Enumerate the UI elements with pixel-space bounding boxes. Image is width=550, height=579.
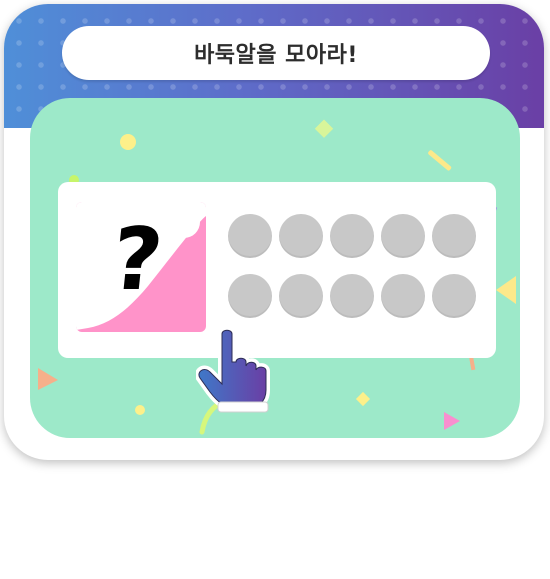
game-title: 바둑알을 모아라! [194, 43, 358, 68]
stone-grid [228, 214, 482, 324]
stone-board: ? [58, 182, 496, 358]
stone-slot[interactable] [279, 214, 323, 258]
confetti-yellow-bar [428, 150, 452, 171]
stone-slot[interactable] [279, 274, 323, 318]
confetti-yellow-dot [120, 134, 136, 150]
pointing-hand-icon [196, 328, 270, 413]
confetti-yellow-diamond [355, 391, 371, 407]
confetti-yellow-triangle [496, 276, 516, 304]
stone-slot[interactable] [330, 274, 374, 318]
stone-slot[interactable] [381, 214, 425, 258]
title-banner: 바둑알을 모아라! [62, 26, 490, 80]
stone-slot[interactable] [228, 274, 272, 318]
confetti-green-diamond [314, 119, 334, 138]
confetti-yellow-small-dot [135, 405, 145, 415]
stone-slot[interactable] [330, 214, 374, 258]
stone-slot[interactable] [432, 274, 476, 318]
game-screen: 바둑알을 모아라! ? [0, 0, 550, 579]
question-mark: ? [106, 210, 168, 310]
mystery-card[interactable]: ? [76, 202, 206, 332]
stone-slot[interactable] [228, 214, 272, 258]
stone-slot[interactable] [432, 214, 476, 258]
stone-slot[interactable] [381, 274, 425, 318]
confetti-pink-triangle [444, 412, 460, 430]
confetti-orange-triangle [38, 368, 58, 390]
